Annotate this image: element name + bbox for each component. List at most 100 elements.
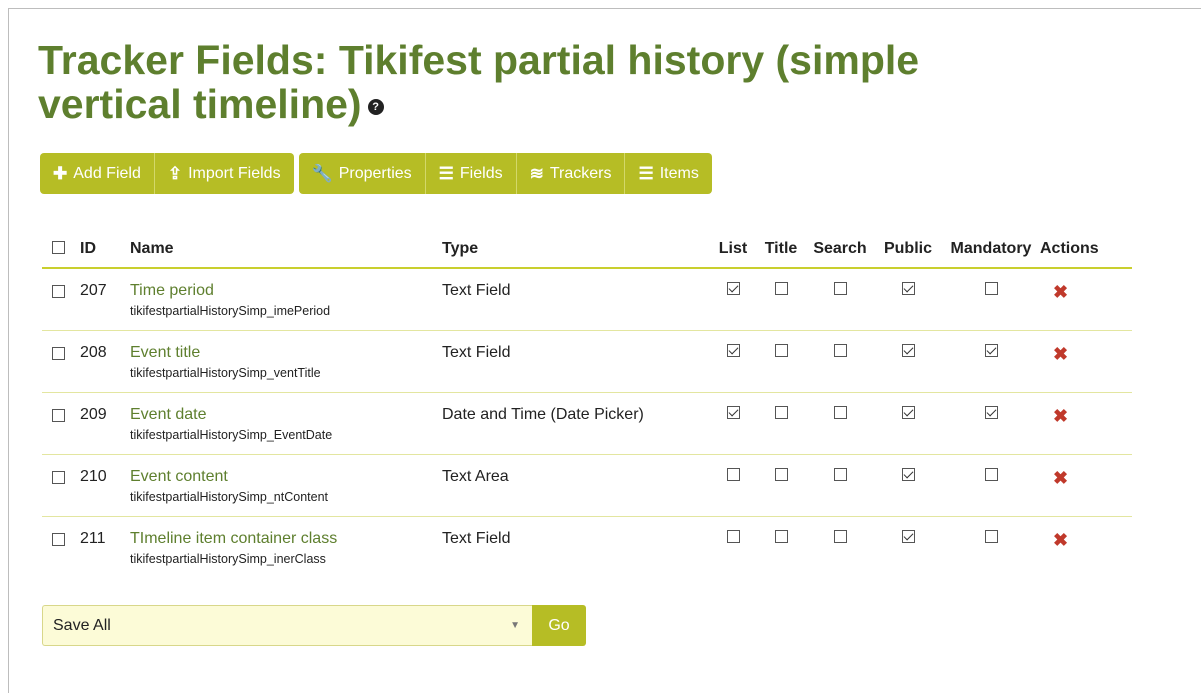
fields-button[interactable]: ☰ Fields — [425, 153, 517, 194]
table-header-row: ID Name Type List Title Search Public Ma… — [42, 230, 1132, 269]
bulk-action-value: Save All — [53, 616, 111, 634]
import-fields-label: Import Fields — [188, 164, 281, 182]
mandatory-checkbox[interactable] — [984, 344, 998, 357]
field-permname: tikifestpartialHistorySimp_EventDate — [130, 428, 333, 442]
delete-icon[interactable]: ✖ — [1053, 344, 1068, 364]
fields-table: ID Name Type List Title Search Public Ma… — [42, 230, 1132, 578]
go-button[interactable]: Go — [532, 605, 586, 646]
list-header: List — [710, 230, 756, 269]
public-checkbox[interactable] — [901, 344, 915, 357]
table-row: 210 Event content tikifestpartialHistory… — [42, 454, 1132, 517]
list-checkbox[interactable] — [726, 468, 740, 481]
field-name-link[interactable]: Event date — [130, 406, 442, 424]
public-checkbox[interactable] — [901, 468, 915, 481]
field-permname: tikifestpartialHistorySimp_ntContent — [130, 490, 328, 504]
title-checkbox[interactable] — [774, 344, 788, 357]
field-actions-group: ✚ Add Field ⇪ Import Fields — [40, 153, 294, 194]
row-select-checkbox[interactable] — [52, 471, 65, 484]
field-id: 211 — [80, 530, 106, 547]
row-select-checkbox[interactable] — [52, 409, 65, 422]
title-checkbox[interactable] — [774, 530, 788, 543]
row-select-checkbox[interactable] — [52, 533, 65, 546]
field-id: 210 — [80, 468, 107, 485]
field-type: Text Area — [442, 468, 509, 485]
public-checkbox[interactable] — [901, 530, 915, 543]
field-permname: tikifestpartialHistorySimp_inerClass — [130, 552, 326, 566]
upload-icon: ⇪ — [167, 163, 183, 183]
field-id: 207 — [80, 282, 107, 299]
field-permname: tikifestpartialHistorySimp_ventTitle — [130, 366, 321, 380]
delete-icon[interactable]: ✖ — [1053, 406, 1068, 426]
field-type: Date and Time (Date Picker) — [442, 406, 644, 423]
table-row: 211 TImeline item container class tikife… — [42, 517, 1132, 579]
delete-icon[interactable]: ✖ — [1053, 530, 1068, 550]
field-id: 208 — [80, 344, 107, 361]
field-name-link[interactable]: Time period — [130, 282, 442, 300]
list-checkbox[interactable] — [726, 344, 740, 357]
list-checkbox[interactable] — [726, 406, 740, 419]
list-icon: ☰ — [638, 163, 654, 183]
actions-header: Actions — [1040, 230, 1132, 269]
import-fields-button[interactable]: ⇪ Import Fields — [154, 153, 294, 194]
search-checkbox[interactable] — [833, 406, 847, 419]
field-name-link[interactable]: Event title — [130, 344, 442, 362]
items-button[interactable]: ☰ Items — [625, 153, 712, 194]
delete-icon[interactable]: ✖ — [1053, 468, 1068, 488]
mandatory-checkbox[interactable] — [984, 282, 998, 295]
select-all-checkbox[interactable] — [52, 241, 65, 254]
trackers-button[interactable]: ≋ Trackers — [516, 153, 626, 194]
row-select-checkbox[interactable] — [52, 347, 65, 360]
add-field-label: Add Field — [73, 164, 141, 182]
title-checkbox[interactable] — [774, 282, 788, 295]
bulk-action-select[interactable]: Save All ▼ — [42, 605, 532, 646]
bulk-action-bar: Save All ▼ Go — [42, 605, 586, 646]
table-row: 207 Time period tikifestpartialHistorySi… — [42, 268, 1132, 331]
mandatory-checkbox[interactable] — [984, 530, 998, 543]
field-type: Text Field — [442, 282, 511, 299]
field-id: 209 — [80, 406, 107, 423]
name-header: Name — [130, 230, 442, 269]
field-name-link[interactable]: Event content — [130, 468, 442, 486]
mandatory-header: Mandatory — [942, 230, 1040, 269]
properties-label: Properties — [338, 164, 412, 182]
list-icon: ☰ — [438, 163, 454, 183]
search-checkbox[interactable] — [833, 344, 847, 357]
properties-button[interactable]: 🔧 Properties — [298, 153, 426, 194]
title-checkbox[interactable] — [774, 468, 788, 481]
plus-icon: ✚ — [53, 163, 68, 183]
search-checkbox[interactable] — [833, 468, 847, 481]
delete-icon[interactable]: ✖ — [1053, 282, 1068, 302]
search-header: Search — [806, 230, 874, 269]
title-header: Title — [756, 230, 806, 269]
public-checkbox[interactable] — [901, 282, 915, 295]
caret-down-icon: ▼ — [510, 620, 520, 631]
toolbar: ✚ Add Field ⇪ Import Fields 🔧 Properties… — [40, 153, 717, 194]
table-row: 209 Event date tikifestpartialHistorySim… — [42, 392, 1132, 455]
help-icon[interactable]: ? — [367, 99, 384, 116]
page-title: Tracker Fields: Tikifest partial history… — [38, 37, 920, 127]
mandatory-checkbox[interactable] — [984, 468, 998, 481]
add-field-button[interactable]: ✚ Add Field — [40, 153, 155, 194]
field-type: Text Field — [442, 530, 511, 547]
public-checkbox[interactable] — [901, 406, 915, 419]
title-checkbox[interactable] — [774, 406, 788, 419]
list-checkbox[interactable] — [726, 530, 740, 543]
table-row: 208 Event title tikifestpartialHistorySi… — [42, 330, 1132, 393]
field-permname: tikifestpartialHistorySimp_imePeriod — [130, 304, 331, 318]
search-checkbox[interactable] — [833, 530, 847, 543]
id-header: ID — [80, 230, 130, 269]
public-header: Public — [874, 230, 942, 269]
fields-label: Fields — [459, 164, 503, 182]
select-all-header — [42, 230, 80, 269]
trackers-label: Trackers — [549, 164, 612, 182]
wrench-icon: 🔧 — [311, 163, 333, 183]
field-type: Text Field — [442, 344, 511, 361]
database-icon: ≋ — [529, 163, 544, 183]
tracker-nav-group: 🔧 Properties ☰ Fields ≋ Trackers ☰ Items — [298, 153, 712, 194]
list-checkbox[interactable] — [726, 282, 740, 295]
mandatory-checkbox[interactable] — [984, 406, 998, 419]
type-header: Type — [442, 230, 710, 269]
search-checkbox[interactable] — [833, 282, 847, 295]
field-name-link[interactable]: TImeline item container class — [130, 530, 442, 548]
row-select-checkbox[interactable] — [52, 285, 65, 298]
